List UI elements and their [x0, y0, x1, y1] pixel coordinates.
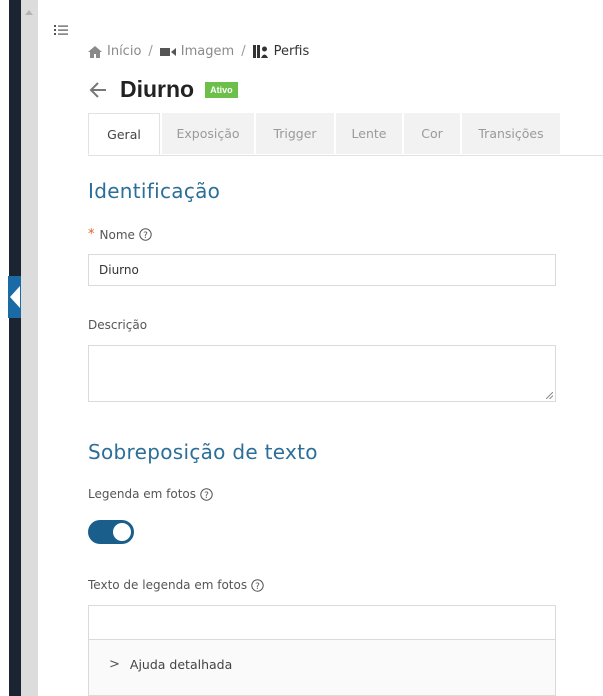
description-label-text: Descrição	[88, 318, 148, 332]
caption-text-label: Texto de legenda em fotos ?	[88, 578, 264, 592]
description-field-label: Descrição	[88, 318, 147, 332]
menu-list-icon[interactable]	[54, 23, 68, 37]
detailed-help-label: Ajuda detalhada	[129, 657, 233, 672]
home-icon	[88, 45, 102, 58]
tab-trigger[interactable]: Trigger	[256, 113, 334, 154]
name-label-text: Nome	[99, 227, 135, 242]
sidebar-collapsed	[9, 0, 21, 696]
svg-text:?: ?	[143, 231, 148, 241]
chevron-left-icon	[10, 286, 20, 308]
breadcrumb-separator: /	[241, 44, 246, 59]
scroll-up-icon[interactable]	[25, 10, 33, 15]
name-field-label: * Nome ?	[88, 227, 152, 242]
caption-toggle-switch[interactable]	[88, 520, 134, 544]
svg-text:?: ?	[204, 490, 209, 500]
video-camera-icon	[159, 47, 176, 56]
caption-toggle-label-text: Legenda em fotos	[88, 487, 196, 501]
section-title-sobreposicao: Sobreposição de texto	[88, 440, 318, 464]
breadcrumb-label: Imagem	[180, 44, 235, 59]
sidebar-expand-toggle[interactable]	[8, 276, 22, 318]
description-textarea[interactable]	[88, 345, 556, 402]
breadcrumb-item-imagem[interactable]: Imagem	[159, 44, 235, 59]
toggle-knob	[113, 523, 131, 541]
breadcrumb-item-perfis: Perfis	[252, 44, 310, 59]
resize-handle-icon[interactable]	[546, 392, 553, 399]
window-left-edge	[0, 0, 9, 696]
tab-exposicao[interactable]: Exposição	[162, 113, 254, 154]
page-header: Diurno Ativo	[88, 76, 238, 103]
caption-text-input[interactable]	[88, 605, 556, 640]
section-title-identificacao: Identificação	[88, 179, 221, 203]
caption-toggle-label: Legenda em fotos ?	[88, 487, 213, 501]
tab-transicoes[interactable]: Transições	[462, 113, 560, 154]
profiles-icon	[252, 45, 268, 58]
tab-cor[interactable]: Cor	[404, 113, 460, 154]
page-title: Diurno	[120, 76, 195, 102]
status-badge: Ativo	[205, 81, 238, 98]
name-input[interactable]	[88, 254, 556, 286]
help-icon[interactable]: ?	[139, 228, 152, 241]
breadcrumb-separator: /	[148, 44, 153, 59]
breadcrumb-item-home[interactable]: Início	[88, 44, 141, 59]
scrollbar-track[interactable]	[21, 0, 38, 696]
tab-lente[interactable]: Lente	[336, 113, 402, 154]
caption-text-label-text: Texto de legenda em fotos	[88, 578, 248, 592]
tab-geral[interactable]: Geral	[88, 113, 160, 155]
svg-text:?: ?	[255, 581, 260, 591]
chevron-right-icon: >	[109, 657, 120, 672]
breadcrumb-label: Perfis	[273, 44, 310, 59]
detailed-help-toggle[interactable]: > Ajuda detalhada	[109, 657, 232, 672]
tab-bar: Geral Exposição Trigger Lente Cor Transi…	[88, 113, 603, 156]
back-arrow-icon[interactable]	[88, 80, 108, 100]
help-icon[interactable]: ?	[251, 578, 264, 592]
required-indicator: *	[88, 227, 95, 242]
breadcrumb: Início / Imagem / Perfis	[88, 44, 309, 59]
breadcrumb-label: Início	[107, 44, 142, 59]
detailed-help-panel: > Ajuda detalhada	[88, 640, 556, 696]
help-icon[interactable]: ?	[200, 487, 213, 501]
